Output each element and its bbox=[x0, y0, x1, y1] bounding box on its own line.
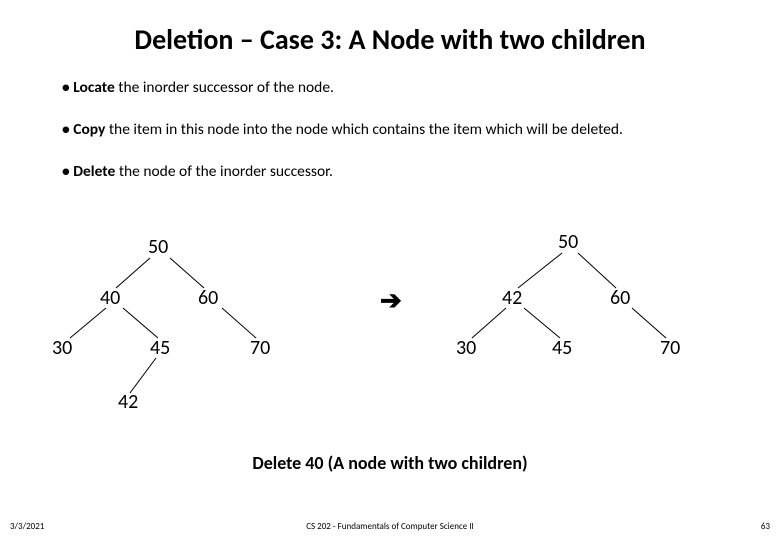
right-node-45: 45 bbox=[552, 336, 572, 360]
bullet-1: • Locate the inorder successor of the no… bbox=[62, 78, 742, 98]
right-node-70: 70 bbox=[660, 336, 680, 360]
left-node-50: 50 bbox=[148, 235, 168, 259]
bullet-3: • Delete the node of the inorder success… bbox=[62, 162, 742, 182]
page-title: Deletion – Case 3: A Node with two child… bbox=[0, 22, 780, 57]
arrow-icon: ➔ bbox=[380, 284, 402, 316]
left-node-45: 45 bbox=[150, 336, 170, 360]
right-node-50: 50 bbox=[558, 230, 578, 254]
slide: Deletion – Case 3: A Node with two child… bbox=[0, 0, 780, 540]
footer-course: CS 202 - Fundamentals of Computer Scienc… bbox=[0, 521, 780, 532]
bullet-3-text: the node of the inorder successor. bbox=[115, 162, 333, 181]
left-node-60: 60 bbox=[198, 286, 218, 310]
bullet-list: • Locate the inorder successor of the no… bbox=[62, 78, 742, 204]
bullet-2-strong: Copy bbox=[73, 120, 105, 139]
bullet-2-text: the item in this node into the node whic… bbox=[105, 120, 623, 139]
right-node-60: 60 bbox=[610, 286, 630, 310]
left-node-40: 40 bbox=[100, 286, 120, 310]
bullet-2: • Copy the item in this node into the no… bbox=[62, 120, 742, 140]
left-node-70: 70 bbox=[250, 336, 270, 360]
delete-caption: Delete 40 (A node with two children) bbox=[0, 452, 780, 474]
bullet-1-strong: Locate bbox=[73, 78, 115, 97]
bullet-3-strong: Delete bbox=[73, 162, 115, 181]
right-node-30: 30 bbox=[456, 336, 476, 360]
bullet-1-text: the inorder successor of the node. bbox=[115, 78, 334, 97]
left-node-30: 30 bbox=[52, 336, 72, 360]
right-node-42: 42 bbox=[502, 286, 522, 310]
footer-page-number: 63 bbox=[761, 521, 770, 532]
left-node-42: 42 bbox=[118, 390, 138, 414]
